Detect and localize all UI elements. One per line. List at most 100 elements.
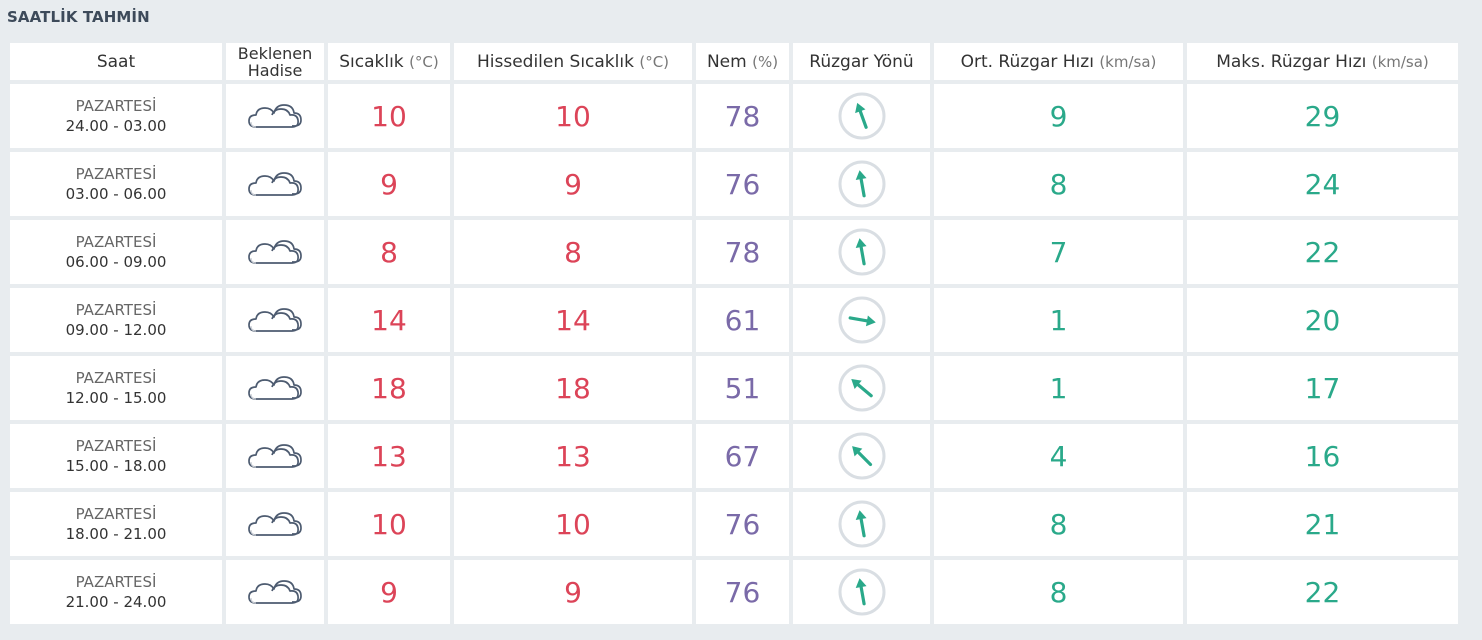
table-row: PAZARTESİ 21.00 - 24.00 9 9 76 8 22 <box>10 560 1458 624</box>
max-wind-cell: 22 <box>1187 560 1458 624</box>
feels-like-cell: 8 <box>454 220 692 284</box>
temperature-cell: 10 <box>328 84 450 148</box>
temperature-cell: 8 <box>328 220 450 284</box>
feels-like-cell: 10 <box>454 84 692 148</box>
weather-icon-cell <box>226 356 324 420</box>
header-ruzgar-yonu: Rüzgar Yönü <box>793 43 930 80</box>
avg-wind-value: 7 <box>1049 235 1068 269</box>
cloudy-icon <box>226 101 324 131</box>
wind-direction-arrow-icon <box>838 160 885 208</box>
cloudy-icon <box>226 169 324 199</box>
max-wind-value: 22 <box>1304 235 1341 269</box>
max-wind-cell: 29 <box>1187 84 1458 148</box>
time-range: 24.00 - 03.00 <box>65 117 167 135</box>
humidity-cell: 51 <box>696 356 789 420</box>
temperature-value: 13 <box>371 439 407 473</box>
avg-wind-value: 1 <box>1049 303 1068 337</box>
time-range: 15.00 - 18.00 <box>65 457 167 475</box>
temperature-value: 10 <box>371 507 407 541</box>
max-wind-cell: 20 <box>1187 288 1458 352</box>
wind-direction-arrow-icon <box>838 500 885 548</box>
table-row: PAZARTESİ 15.00 - 18.00 13 13 67 4 16 <box>10 424 1458 488</box>
cloudy-icon <box>226 577 324 607</box>
feels-like-cell: 18 <box>454 356 692 420</box>
temperature-value: 10 <box>371 99 407 133</box>
day-label: PAZARTESİ <box>75 233 157 251</box>
weather-icon-cell <box>226 220 324 284</box>
humidity-value: 61 <box>724 303 761 337</box>
humidity-cell: 76 <box>696 152 789 216</box>
temperature-cell: 9 <box>328 152 450 216</box>
max-wind-cell: 16 <box>1187 424 1458 488</box>
avg-wind-value: 8 <box>1049 167 1068 201</box>
table-row: PAZARTESİ 12.00 - 15.00 18 18 51 1 17 <box>10 356 1458 420</box>
temperature-cell: 18 <box>328 356 450 420</box>
day-label: PAZARTESİ <box>75 165 157 183</box>
header-sicaklik: Sıcaklık (°C) <box>328 43 450 80</box>
time-range: 03.00 - 06.00 <box>65 185 167 203</box>
time-cell: PAZARTESİ 12.00 - 15.00 <box>10 356 222 420</box>
temperature-cell: 10 <box>328 492 450 556</box>
avg-wind-cell: 1 <box>934 356 1183 420</box>
header-ort-ruzgar-hizi: Ort. Rüzgar Hızı (km/sa) <box>934 43 1183 80</box>
time-range: 06.00 - 09.00 <box>65 253 167 271</box>
max-wind-cell: 17 <box>1187 356 1458 420</box>
section-title: SAATLİK TAHMİN <box>7 8 150 26</box>
feels-like-cell: 13 <box>454 424 692 488</box>
cloudy-icon <box>226 305 324 335</box>
temperature-cell: 14 <box>328 288 450 352</box>
feels-like-cell: 14 <box>454 288 692 352</box>
humidity-cell: 76 <box>696 560 789 624</box>
feels-like-cell: 9 <box>454 152 692 216</box>
time-range: 21.00 - 24.00 <box>65 593 167 611</box>
time-cell: PAZARTESİ 24.00 - 03.00 <box>10 84 222 148</box>
day-label: PAZARTESİ <box>75 97 157 115</box>
table-row: PAZARTESİ 24.00 - 03.00 10 10 78 9 29 <box>10 84 1458 148</box>
avg-wind-value: 8 <box>1049 507 1068 541</box>
time-cell: PAZARTESİ 21.00 - 24.00 <box>10 560 222 624</box>
weather-icon-cell <box>226 424 324 488</box>
avg-wind-value: 1 <box>1049 371 1068 405</box>
table-header-row: Saat Beklenen Hadise Sıcaklık (°C) Hissed… <box>10 43 1458 80</box>
temperature-value: 8 <box>380 235 398 269</box>
humidity-value: 78 <box>724 235 761 269</box>
weather-icon-cell <box>226 84 324 148</box>
feels-like-value: 9 <box>564 575 582 609</box>
wind-direction-arrow-icon <box>838 228 885 276</box>
avg-wind-cell: 8 <box>934 152 1183 216</box>
wind-direction-arrow-icon <box>838 364 885 412</box>
max-wind-value: 24 <box>1304 167 1341 201</box>
wind-direction-cell <box>793 220 930 284</box>
max-wind-value: 29 <box>1304 99 1341 133</box>
avg-wind-cell: 7 <box>934 220 1183 284</box>
table-row: PAZARTESİ 03.00 - 06.00 9 9 76 8 24 <box>10 152 1458 216</box>
table-row: PAZARTESİ 09.00 - 12.00 14 14 61 1 20 <box>10 288 1458 352</box>
temperature-value: 9 <box>380 575 398 609</box>
avg-wind-cell: 9 <box>934 84 1183 148</box>
avg-wind-cell: 8 <box>934 560 1183 624</box>
header-beklenen-hadise: Beklenen Hadise <box>226 43 324 80</box>
avg-wind-value: 4 <box>1049 439 1068 473</box>
humidity-cell: 61 <box>696 288 789 352</box>
time-cell: PAZARTESİ 06.00 - 09.00 <box>10 220 222 284</box>
time-cell: PAZARTESİ 18.00 - 21.00 <box>10 492 222 556</box>
cloudy-icon <box>226 373 324 403</box>
wind-direction-arrow-icon <box>838 296 885 344</box>
wind-direction-cell <box>793 560 930 624</box>
time-cell: PAZARTESİ 15.00 - 18.00 <box>10 424 222 488</box>
humidity-cell: 67 <box>696 424 789 488</box>
humidity-value: 51 <box>724 371 761 405</box>
humidity-cell: 76 <box>696 492 789 556</box>
humidity-value: 78 <box>724 99 761 133</box>
header-maks-ruzgar-hizi: Maks. Rüzgar Hızı (km/sa) <box>1187 43 1458 80</box>
feels-like-value: 14 <box>555 303 591 337</box>
max-wind-value: 17 <box>1304 371 1341 405</box>
weather-icon-cell <box>226 152 324 216</box>
cloudy-icon <box>226 237 324 267</box>
feels-like-cell: 10 <box>454 492 692 556</box>
wind-direction-cell <box>793 152 930 216</box>
header-nem: Nem (%) <box>696 43 789 80</box>
max-wind-cell: 21 <box>1187 492 1458 556</box>
feels-like-value: 9 <box>564 167 582 201</box>
temperature-cell: 13 <box>328 424 450 488</box>
